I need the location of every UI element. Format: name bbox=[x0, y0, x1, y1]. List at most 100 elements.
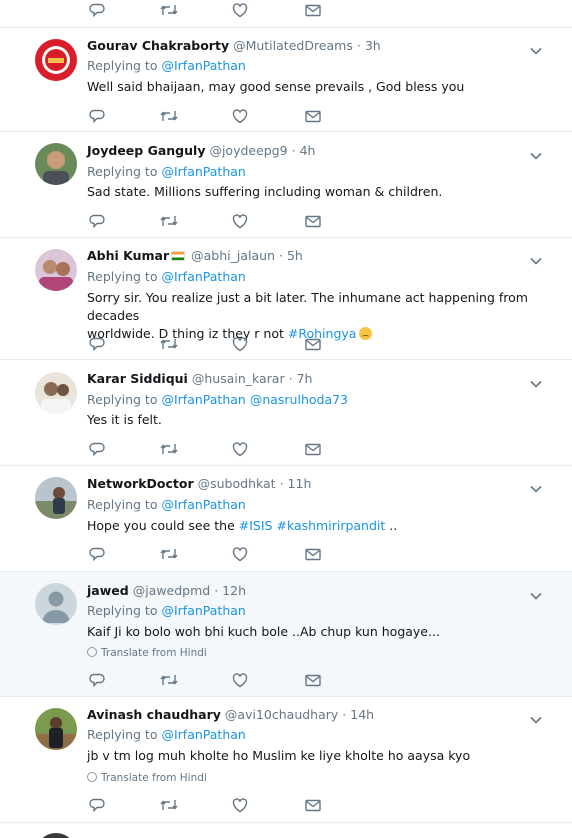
direct-message-icon[interactable] bbox=[303, 439, 323, 459]
tweet-row[interactable]: Avinash chaudhary @avi10chaudhary · 14h … bbox=[0, 697, 572, 823]
hashtag-link[interactable]: #kashmirirpandit bbox=[276, 518, 385, 533]
translate-link[interactable]: Translate from Hindi bbox=[87, 647, 207, 659]
tweet-row[interactable]: Joydeep Ganguly @joydeepg9 · 4h Replying… bbox=[0, 132, 572, 238]
like-icon[interactable] bbox=[230, 334, 250, 354]
timestamp[interactable]: 3h bbox=[365, 38, 381, 53]
timestamp[interactable]: 12h bbox=[222, 583, 246, 598]
separator-dot: · bbox=[288, 371, 293, 386]
timestamp[interactable]: 14h bbox=[350, 707, 374, 722]
reply-icon[interactable] bbox=[87, 334, 107, 354]
tweet-text: Yes it is felt. bbox=[87, 412, 162, 427]
user-handle[interactable]: @avi10chaudhary bbox=[225, 707, 338, 722]
retweet-icon[interactable] bbox=[159, 334, 179, 354]
caret-down-icon[interactable] bbox=[529, 479, 543, 493]
retweet-icon[interactable] bbox=[159, 795, 179, 815]
user-handle[interactable]: @joydeepg9 bbox=[209, 143, 287, 158]
mention-link[interactable]: @IrfanPathan bbox=[161, 269, 245, 284]
reply-icon[interactable] bbox=[87, 0, 107, 20]
direct-message-icon[interactable] bbox=[303, 211, 323, 231]
user-name[interactable]: Avinash chaudhary bbox=[87, 707, 221, 722]
retweet-icon[interactable] bbox=[159, 544, 179, 564]
hashtag-link[interactable]: #ISIS bbox=[239, 518, 273, 533]
user-handle[interactable]: @subodhkat bbox=[198, 476, 276, 491]
like-icon[interactable] bbox=[230, 544, 250, 564]
caret-down-icon[interactable] bbox=[529, 586, 543, 600]
caret-down-icon[interactable] bbox=[529, 710, 543, 724]
user-name[interactable]: Gourav Chakraborty bbox=[87, 38, 229, 53]
tweet-row[interactable]: NetworkDoctor @subodhkat · 11h Replying … bbox=[0, 466, 572, 572]
avatar[interactable] bbox=[35, 39, 77, 81]
tweet-row[interactable]: Abhi Kumar @abhi_jalaun · 5h Replying to… bbox=[0, 238, 572, 360]
separator-dot: · bbox=[291, 143, 296, 158]
like-icon[interactable] bbox=[230, 211, 250, 231]
translate-link[interactable]: Translate from Hindi bbox=[87, 772, 207, 784]
retweet-icon[interactable] bbox=[159, 211, 179, 231]
reply-icon[interactable] bbox=[87, 211, 107, 231]
like-icon[interactable] bbox=[230, 670, 250, 690]
reply-icon[interactable] bbox=[87, 544, 107, 564]
caret-down-icon[interactable] bbox=[529, 146, 543, 160]
user-handle[interactable]: @jawedpmd bbox=[133, 583, 211, 598]
user-name[interactable]: Joydeep Ganguly bbox=[87, 143, 205, 158]
avatar[interactable] bbox=[35, 143, 77, 185]
avatar[interactable] bbox=[35, 833, 77, 838]
user-name[interactable]: NetworkDoctor bbox=[87, 476, 194, 491]
avatar[interactable] bbox=[35, 477, 77, 519]
reply-icon[interactable] bbox=[87, 670, 107, 690]
retweet-icon[interactable] bbox=[159, 0, 179, 20]
mention-link[interactable]: @IrfanPathan bbox=[161, 392, 245, 407]
tweet-row[interactable]: Gourav Chakraborty @MutilatedDreams · 3h… bbox=[0, 28, 572, 132]
user-handle[interactable]: @abhi_jalaun bbox=[191, 248, 275, 263]
caret-down-icon[interactable] bbox=[529, 251, 543, 265]
direct-message-icon[interactable] bbox=[303, 106, 323, 126]
like-icon[interactable] bbox=[230, 439, 250, 459]
mention-link[interactable]: @IrfanPathan bbox=[161, 603, 245, 618]
direct-message-icon[interactable] bbox=[303, 0, 323, 20]
user-handle[interactable]: @MutilatedDreams bbox=[233, 38, 353, 53]
translate-label: Translate from Hindi bbox=[101, 772, 207, 784]
direct-message-icon[interactable] bbox=[303, 544, 323, 564]
mention-link[interactable]: @IrfanPathan bbox=[161, 164, 245, 179]
user-name[interactable]: Karar Siddiqui bbox=[87, 371, 188, 386]
tweet-text-fragment: .. bbox=[385, 518, 398, 533]
direct-message-icon[interactable] bbox=[303, 795, 323, 815]
timestamp[interactable]: 4h bbox=[300, 143, 316, 158]
direct-message-icon[interactable] bbox=[303, 334, 323, 354]
retweet-icon[interactable] bbox=[159, 670, 179, 690]
reply-icon[interactable] bbox=[87, 106, 107, 126]
avatar[interactable] bbox=[35, 583, 77, 625]
mention-link[interactable]: @IrfanPathan bbox=[161, 58, 245, 73]
tweet-header: Gourav Chakraborty @MutilatedDreams · 3h bbox=[87, 37, 381, 54]
tweet-text: jb v tm log muh kholte ho Muslim ke liye… bbox=[87, 748, 471, 763]
like-icon[interactable] bbox=[230, 0, 250, 20]
user-name[interactable]: Abhi Kumar bbox=[87, 248, 169, 263]
retweet-icon[interactable] bbox=[159, 439, 179, 459]
avatar[interactable] bbox=[35, 372, 77, 414]
tweet-partial-top bbox=[0, 0, 572, 28]
like-icon[interactable] bbox=[230, 795, 250, 815]
tweet-header: Joydeep Ganguly @joydeepg9 · 4h bbox=[87, 142, 315, 159]
timestamp[interactable]: 7h bbox=[297, 371, 313, 386]
reply-icon[interactable] bbox=[87, 439, 107, 459]
avatar[interactable] bbox=[35, 708, 77, 750]
caret-down-icon[interactable] bbox=[529, 374, 543, 388]
tweet-row[interactable]: Karar Siddiqui @husain_karar · 7h Replyi… bbox=[0, 360, 572, 466]
mention-link[interactable]: @IrfanPathan bbox=[161, 727, 245, 742]
like-icon[interactable] bbox=[230, 106, 250, 126]
reply-icon[interactable] bbox=[87, 795, 107, 815]
tweet-header: jawed @jawedpmd · 12h bbox=[87, 582, 246, 599]
retweet-icon[interactable] bbox=[159, 106, 179, 126]
mention-link[interactable]: @nasrulhoda73 bbox=[250, 392, 348, 407]
separator-dot: · bbox=[342, 707, 347, 722]
direct-message-icon[interactable] bbox=[303, 670, 323, 690]
user-handle[interactable]: @husain_karar bbox=[192, 371, 285, 386]
caret-down-icon[interactable] bbox=[529, 41, 543, 55]
avatar[interactable] bbox=[35, 249, 77, 291]
tweet-actions bbox=[87, 106, 347, 126]
timestamp[interactable]: 11h bbox=[288, 476, 312, 491]
user-name[interactable]: jawed bbox=[87, 583, 129, 598]
mention-link[interactable]: @IrfanPathan bbox=[161, 497, 245, 512]
timestamp[interactable]: 5h bbox=[287, 248, 303, 263]
tweet-row[interactable]: jawed @jawedpmd · 12h Replying to @Irfan… bbox=[0, 572, 572, 697]
globe-icon bbox=[87, 647, 97, 657]
